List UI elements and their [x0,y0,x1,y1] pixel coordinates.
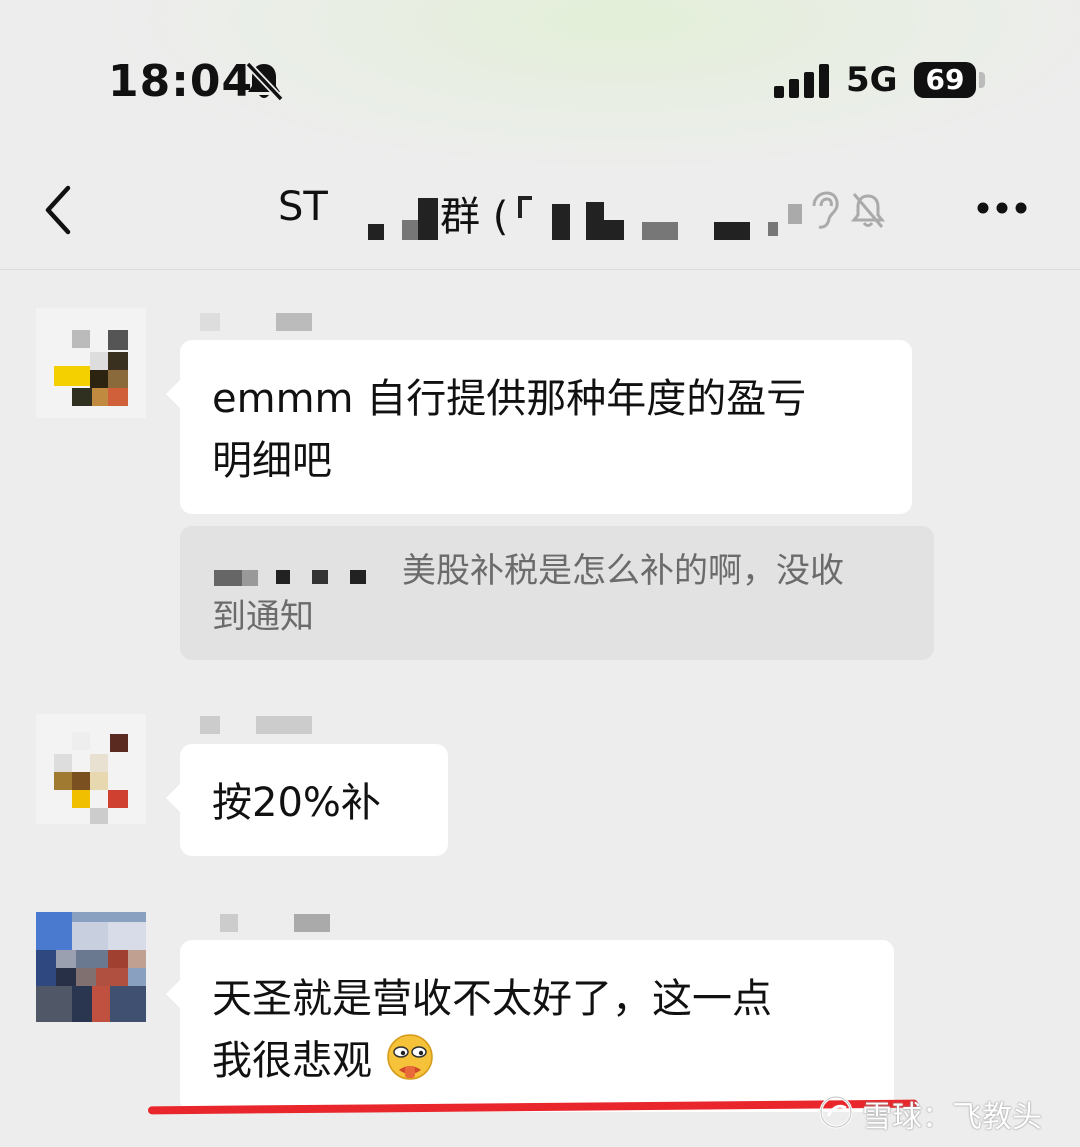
censor-block [214,570,242,586]
ear-icon [812,191,839,229]
chat-header: ST 群 ( [0,160,1080,270]
chat-title[interactable]: ST [278,184,328,230]
message-line: emmm 自行提供那种年度的盈亏 [212,376,807,422]
censor-block [276,570,290,584]
avatar[interactable] [36,912,146,1022]
censor-block [714,222,750,240]
battery-icon: 69 [914,62,976,98]
censor-block [312,570,328,584]
more-icon[interactable] [976,200,1028,216]
sender-name-censored [256,716,312,734]
status-bar: 18:04 5G 69 [0,0,1080,160]
censor-block [350,570,366,584]
censor-block [518,196,532,200]
message-bubble[interactable]: 天圣就是营收不太好了，这一点 我很悲观 [166,940,894,1112]
battery-cap [979,72,985,88]
avatar[interactable] [36,308,146,418]
message-line: 明细吧 [212,438,332,484]
message-line: 天圣就是营收不太好了，这一点 [212,976,772,1022]
chat-title-prefix: ST [278,184,328,230]
sender-name-censored [294,914,330,932]
xueqiu-logo-icon [819,1095,853,1129]
quoted-message[interactable]: 美股补税是怎么补的啊，没收 到通知 [180,526,934,660]
status-time: 18:04 [108,56,254,107]
avatar[interactable] [36,714,146,824]
back-icon[interactable] [40,182,80,238]
sender-name-censored [200,716,220,734]
message-line: 按20%补 [212,780,381,826]
censor-block [418,198,438,240]
quote-text: 美股补税是怎么补的啊，没收 [402,551,844,591]
sender-name-censored [200,313,220,331]
sender-name-censored [276,313,312,331]
censor-block [604,220,624,240]
chat-title-middle: 群 ( [440,194,509,240]
bell-mute-icon [245,61,284,102]
sad-face-emoji-icon [386,1034,433,1080]
censor-block [242,570,258,586]
signal-icon [774,64,829,98]
censor-block [642,222,678,240]
bell-mute-icon [850,193,886,228]
censor-block [368,224,384,240]
sender-name-censored [220,914,238,932]
censor-block [402,220,418,240]
quote-text: 到通知 [212,597,314,637]
message-line: 我很悲观 [212,1038,372,1084]
network-type: 5G [846,60,898,100]
message-bubble[interactable]: emmm 自行提供那种年度的盈亏 明细吧 [166,340,912,514]
censor-block [768,222,778,236]
message-bubble[interactable]: 按20%补 [166,744,448,856]
censor-block [586,202,604,240]
censor-block [552,204,570,240]
censor-block [788,204,802,224]
watermark: 雪球：飞教头 [862,1100,1042,1135]
